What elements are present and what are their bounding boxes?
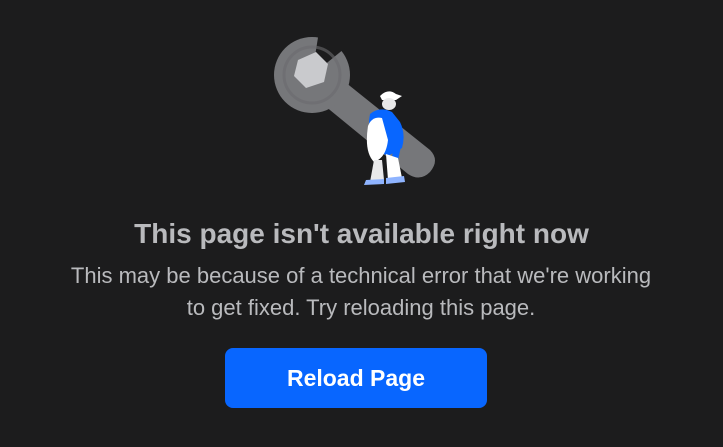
wrench-with-worker-icon bbox=[270, 25, 450, 195]
error-message-line-2: to get fixed. Try reloading this page. bbox=[186, 295, 536, 320]
error-message: This may be because of a technical error… bbox=[61, 260, 661, 324]
error-page: This page isn't available right now This… bbox=[0, 0, 723, 447]
wrench-icon bbox=[274, 25, 435, 178]
reload-page-button[interactable]: Reload Page bbox=[225, 348, 487, 408]
error-message-line-1: This may be because of a technical error… bbox=[70, 263, 652, 288]
error-title: This page isn't available right now bbox=[134, 218, 589, 249]
